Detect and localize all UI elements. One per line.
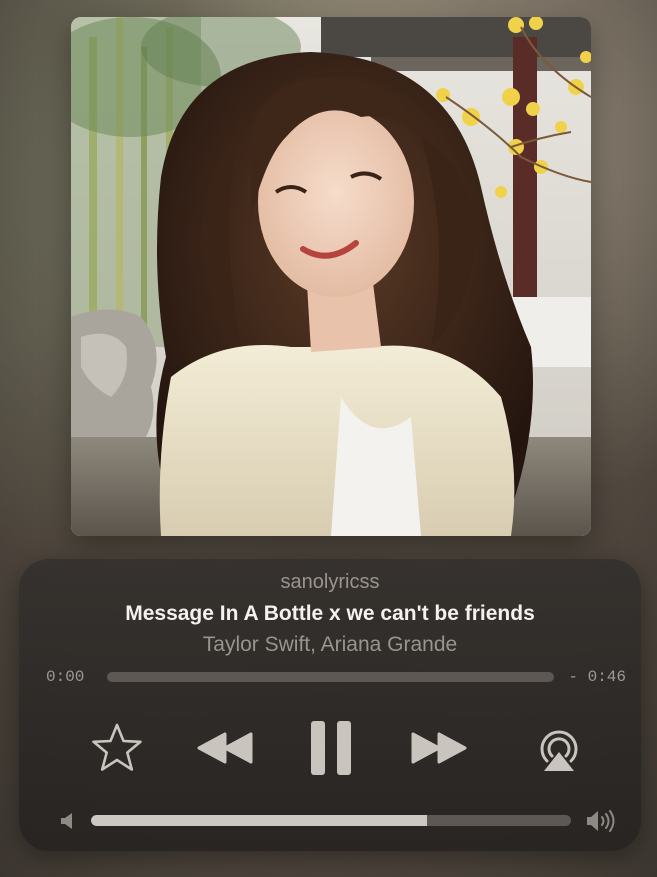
artwork-image xyxy=(71,17,591,536)
time-elapsed: 0:00 xyxy=(46,668,85,686)
previous-button[interactable] xyxy=(193,717,257,779)
track-artist[interactable]: Taylor Swift, Ariana Grande xyxy=(19,633,641,657)
airplay-button[interactable] xyxy=(531,717,587,779)
airplay-icon xyxy=(540,730,578,771)
favorite-button[interactable] xyxy=(87,717,147,779)
next-button[interactable] xyxy=(407,717,471,779)
star-icon xyxy=(92,723,142,771)
play-pause-button[interactable] xyxy=(305,717,357,779)
time-remaining: - 0:46 xyxy=(568,668,626,686)
track-title: Message In A Bottle x we can't be friend… xyxy=(125,602,535,625)
volume-fill xyxy=(91,815,427,826)
source-label[interactable]: sanolyricss xyxy=(19,571,641,594)
pause-icon xyxy=(311,721,351,775)
speaker-low-icon xyxy=(61,813,72,829)
rewind-icon xyxy=(197,732,253,764)
album-artwork xyxy=(71,17,591,536)
speaker-high-icon xyxy=(587,810,615,832)
fast-forward-icon xyxy=(411,732,467,764)
volume-slider[interactable] xyxy=(91,815,571,826)
progress-bar[interactable] xyxy=(107,672,554,682)
player-panel: sanolyricss Message In A Bottle x we can… xyxy=(19,559,641,851)
